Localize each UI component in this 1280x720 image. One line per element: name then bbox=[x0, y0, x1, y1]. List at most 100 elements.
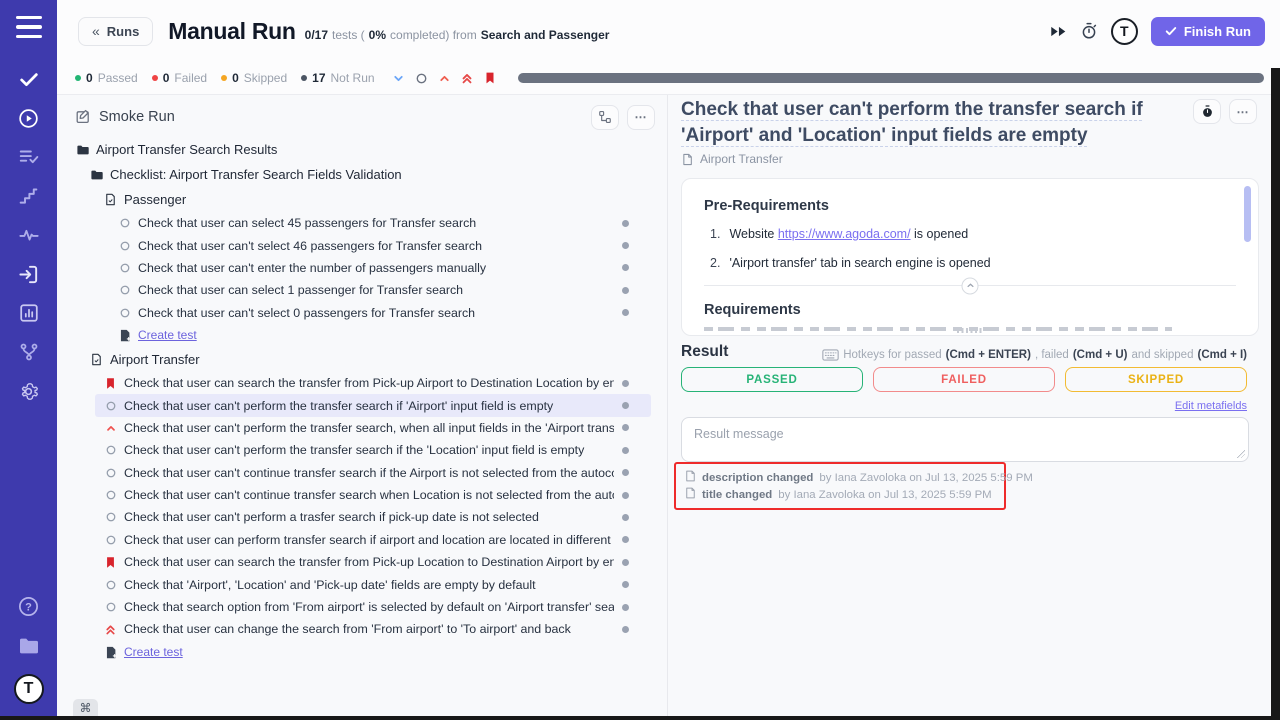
test-row[interactable]: Check that search option from 'From airp… bbox=[95, 596, 651, 618]
projects-button[interactable] bbox=[17, 634, 41, 658]
run-list-actions: ⋯ bbox=[591, 105, 655, 130]
top-bar-actions: T Finish Run bbox=[1050, 17, 1280, 46]
tree-label: Airport Transfer Search Results bbox=[96, 142, 651, 157]
test-row[interactable]: Check that 'Airport', 'Location' and 'Pi… bbox=[95, 573, 651, 595]
double-chevron-up-icon bbox=[103, 622, 118, 637]
card-scrollbar[interactable] bbox=[1244, 186, 1251, 242]
nav-reports-button[interactable] bbox=[17, 302, 41, 324]
skipped-button[interactable]: SKIPPED bbox=[1065, 367, 1247, 392]
stopwatch-icon bbox=[1080, 22, 1098, 40]
user-avatar[interactable]: T bbox=[1111, 18, 1138, 45]
circle-icon bbox=[103, 600, 118, 615]
pre-requirements-heading: Pre-Requirements bbox=[704, 198, 1236, 214]
nav-settings-button[interactable] bbox=[17, 380, 41, 402]
svg-text:?: ? bbox=[25, 601, 32, 613]
test-title[interactable]: Check that user can't perform the transf… bbox=[681, 97, 1209, 148]
test-row[interactable]: Check that user can search the transfer … bbox=[95, 551, 651, 573]
result-message-wrap bbox=[681, 417, 1249, 462]
status-dot bbox=[622, 220, 629, 227]
tree-file-row[interactable]: Passenger bbox=[95, 187, 651, 212]
tree-file-row[interactable]: Airport Transfer bbox=[81, 347, 651, 372]
nav-checkmark-button[interactable] bbox=[17, 68, 41, 90]
changelog-annotation: description changedby Iana Zavoloka on J… bbox=[674, 462, 1006, 510]
test-tree: Airport Transfer Search Results Checklist… bbox=[57, 137, 667, 664]
tree-folder-row[interactable]: Airport Transfer Search Results bbox=[67, 137, 651, 162]
test-row[interactable]: Check that user can't perform the transf… bbox=[95, 394, 651, 416]
passed-button[interactable]: PASSED bbox=[681, 367, 863, 392]
page-title: Manual Run bbox=[168, 18, 295, 45]
test-row[interactable]: Check that user can perform transfer sea… bbox=[95, 529, 651, 551]
status-dot bbox=[622, 402, 629, 409]
result-message-input[interactable] bbox=[681, 417, 1249, 462]
tree-folder-row[interactable]: Checklist: Airport Transfer Search Field… bbox=[81, 162, 651, 187]
fast-forward-icon bbox=[1050, 25, 1067, 38]
test-row[interactable]: Check that user can't perform a trasfer … bbox=[95, 506, 651, 528]
priority-lowest-icon[interactable] bbox=[391, 71, 406, 86]
question-circle-icon: ? bbox=[17, 595, 40, 618]
card-resize-handle[interactable] bbox=[957, 328, 983, 333]
folder-icon bbox=[17, 634, 41, 658]
test-timer-button[interactable] bbox=[1193, 99, 1221, 124]
group-by-tree-button[interactable] bbox=[591, 105, 619, 130]
nav-branch-button[interactable] bbox=[17, 341, 41, 363]
stairs-icon bbox=[18, 186, 39, 207]
workspace-avatar[interactable]: T bbox=[14, 674, 44, 704]
priority-high-icon[interactable] bbox=[437, 71, 452, 86]
back-to-runs-button[interactable]: « Runs bbox=[78, 17, 153, 46]
test-row[interactable]: Check that user can search the transfer … bbox=[95, 372, 651, 394]
tree-label: Check that user can select 1 passenger f… bbox=[138, 283, 614, 297]
run-edit-icon bbox=[75, 109, 91, 125]
count-failed: 0Failed bbox=[152, 71, 207, 85]
edit-metafields-link[interactable]: Edit metafields bbox=[1175, 400, 1247, 412]
test-row[interactable]: Check that user can't perform the transf… bbox=[95, 439, 651, 461]
failed-button[interactable]: FAILED bbox=[873, 367, 1055, 392]
status-dot bbox=[622, 559, 629, 566]
test-row[interactable]: Check that user can't continue transfer … bbox=[95, 484, 651, 506]
file-icon bbox=[681, 153, 694, 166]
create-test-link[interactable]: Create test bbox=[109, 324, 651, 347]
test-row[interactable]: Check that user can't select 46 passenge… bbox=[109, 234, 651, 256]
fast-forward-button[interactable] bbox=[1050, 25, 1067, 38]
pre-requirement-item: 2.'Airport transfer' tab in search engin… bbox=[704, 256, 1236, 270]
nav-activity-button[interactable] bbox=[17, 224, 41, 246]
window-scrollbar-track[interactable] bbox=[1271, 68, 1280, 720]
nav-checklist-button[interactable] bbox=[17, 146, 41, 168]
tree-label: Check that user can't perform the transf… bbox=[124, 399, 614, 413]
circle-icon bbox=[103, 443, 118, 458]
test-more-button[interactable]: ⋯ bbox=[1229, 99, 1257, 124]
test-row[interactable]: Check that user can't continue transfer … bbox=[95, 462, 651, 484]
command-shortcut-button[interactable]: ⌘ bbox=[73, 699, 98, 716]
nav-play-button[interactable] bbox=[17, 107, 41, 129]
external-link[interactable]: https://www.agoda.com/ bbox=[778, 227, 911, 241]
test-row[interactable]: Check that user can select 1 passenger f… bbox=[109, 279, 651, 301]
chevrons-left-icon: « bbox=[92, 23, 100, 39]
chevron-up-icon bbox=[103, 420, 118, 435]
finish-run-button[interactable]: Finish Run bbox=[1151, 17, 1265, 46]
circle-icon bbox=[103, 398, 118, 413]
priority-highest-icon[interactable] bbox=[460, 71, 475, 86]
test-row[interactable]: Check that user can't select 0 passenger… bbox=[109, 302, 651, 324]
top-bar: « Runs Manual Run 0/17 tests ( 0% comple… bbox=[57, 0, 1280, 62]
priority-normal-icon[interactable] bbox=[414, 71, 429, 86]
status-dot bbox=[622, 424, 629, 431]
requirements-heading: Requirements bbox=[704, 302, 1236, 318]
test-row[interactable]: Check that user can select 45 passengers… bbox=[109, 212, 651, 234]
pre-requirement-item: 1.Website https://www.agoda.com/ is open… bbox=[704, 227, 1236, 241]
test-row[interactable]: Check that user can't perform the transf… bbox=[95, 417, 651, 439]
run-progress-bar bbox=[518, 73, 1264, 83]
nav-steps-button[interactable] bbox=[17, 185, 41, 207]
collapse-handle[interactable] bbox=[962, 277, 979, 294]
help-button[interactable]: ? bbox=[17, 595, 40, 618]
suite-breadcrumb[interactable]: Airport Transfer bbox=[681, 152, 783, 166]
menu-icon[interactable] bbox=[16, 16, 42, 38]
test-row[interactable]: Check that user can't enter the number o… bbox=[109, 257, 651, 279]
create-test-link[interactable]: Create test bbox=[95, 641, 651, 664]
nav-import-button[interactable] bbox=[17, 263, 41, 285]
tree-label: Create test bbox=[138, 328, 197, 342]
priority-critical-flag-icon[interactable] bbox=[483, 71, 498, 86]
test-row[interactable]: Check that user can change the search fr… bbox=[95, 618, 651, 640]
status-dot bbox=[622, 492, 629, 499]
timer-button[interactable] bbox=[1080, 22, 1098, 40]
run-list-more-button[interactable]: ⋯ bbox=[627, 105, 655, 130]
circle-icon bbox=[103, 488, 118, 503]
